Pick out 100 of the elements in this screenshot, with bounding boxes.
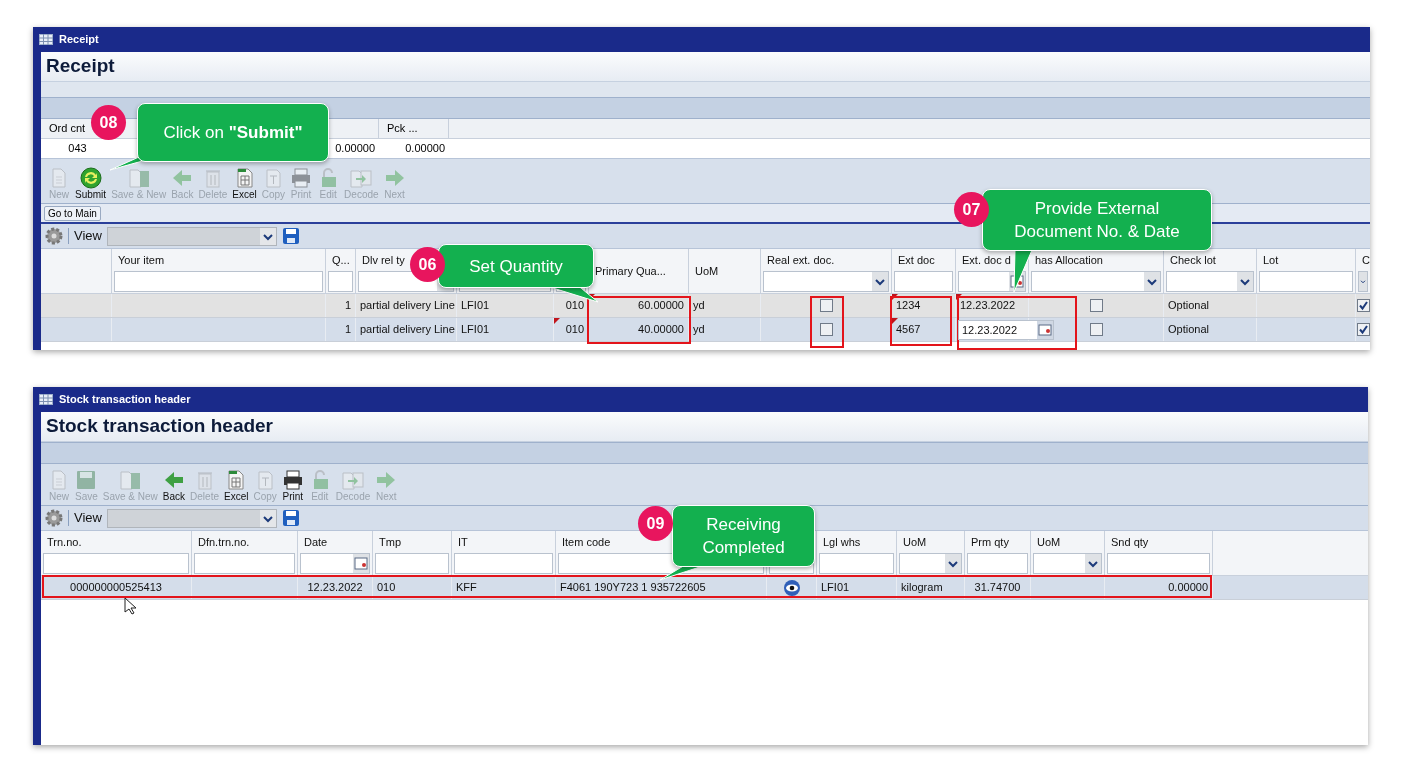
- column-header[interactable]: IT: [458, 534, 468, 551]
- table-cell-text: 0.00000: [335, 141, 375, 157]
- go-to-main-button[interactable]: Go to Main: [44, 205, 101, 221]
- filter-field[interactable]: [114, 271, 323, 292]
- filter-field[interactable]: [43, 553, 189, 574]
- date-filter-field[interactable]: [300, 553, 370, 574]
- checkbox[interactable]: [819, 299, 833, 312]
- column-header: Ord cnt: [49, 121, 86, 137]
- toolbar-button[interactable]: Excel: [231, 167, 258, 201]
- column-header[interactable]: Ext doc: [898, 252, 935, 269]
- column-header[interactable]: UoM: [695, 262, 719, 280]
- filter-field[interactable]: [967, 553, 1028, 574]
- table-cell-text: 4567: [896, 322, 921, 338]
- floppy-icon: [75, 469, 98, 491]
- toolbar-button[interactable]: Back: [161, 469, 187, 503]
- table-cell-text: LFI01: [821, 580, 850, 596]
- filter-field[interactable]: [819, 553, 894, 574]
- save-icon[interactable]: [281, 227, 300, 245]
- column-header[interactable]: Your item: [118, 252, 165, 269]
- filter-field[interactable]: [454, 553, 553, 574]
- page-heading: Receipt: [46, 54, 115, 79]
- table-cell-text: 12.23.2022: [307, 580, 363, 596]
- table-cell-text: 60.00000: [638, 298, 684, 314]
- table-cell-text: 010: [377, 580, 396, 596]
- table-cell-text: yd: [693, 298, 705, 314]
- toolbar-button[interactable]: Submit: [74, 167, 108, 201]
- checkbox[interactable]: [1089, 299, 1103, 312]
- column-header[interactable]: Trn.no.: [47, 534, 82, 551]
- checkbox[interactable]: [1089, 323, 1103, 336]
- table-cell-text: F4061 190Y723 1 935722605: [560, 580, 706, 596]
- column-header[interactable]: Dlv rel ty: [362, 252, 405, 269]
- table-cell-text: yd: [693, 322, 705, 338]
- chevron-down-icon: [259, 509, 276, 527]
- check-icon: [1357, 324, 1369, 335]
- page-heading: Stock transaction header: [46, 414, 274, 439]
- table-cell-text: 043: [68, 141, 87, 157]
- calendar-icon: [353, 554, 369, 573]
- column-header[interactable]: Ext. doc d: [962, 252, 1011, 269]
- table-icon: [39, 34, 53, 45]
- column-header[interactable]: Lgl whs: [823, 534, 861, 551]
- callout-text: Set Quantity: [469, 255, 563, 278]
- chevron-down-icon: [1359, 272, 1367, 291]
- right-arrow-icon: [383, 167, 406, 189]
- table-cell-text: LFI01: [461, 298, 490, 314]
- gear-icon[interactable]: [45, 509, 63, 527]
- checkbox[interactable]: [819, 323, 833, 336]
- column-header[interactable]: UoM: [1037, 534, 1061, 551]
- gear-icon[interactable]: [45, 227, 63, 245]
- table-row[interactable]: 1 partial delivery Line LFI01 010 60.00000 yd 1234 12.23.2022 Optional: [41, 294, 1370, 318]
- column-header[interactable]: Primary Qua...: [595, 262, 666, 280]
- checkbox[interactable]: [1356, 299, 1370, 312]
- eye-icon[interactable]: [782, 578, 801, 597]
- column-header[interactable]: UoM: [903, 534, 927, 551]
- printer-icon: [281, 469, 304, 491]
- column-header[interactable]: Lot: [1263, 252, 1279, 269]
- callout-text: Provide External Document No. & Date: [1013, 198, 1181, 243]
- date-input-field[interactable]: 12.23.2022: [958, 320, 1054, 340]
- chevron-down-icon: [1085, 554, 1101, 573]
- chevron-down-icon: [945, 554, 961, 573]
- column-header[interactable]: C: [1362, 252, 1370, 269]
- filter-field[interactable]: [1107, 553, 1210, 574]
- document-save-icon: [127, 167, 150, 189]
- table-cell-text: partial delivery Line: [360, 322, 455, 338]
- table-row[interactable]: 1 partial delivery Line LFI01 010 40.00000 yd 4567 12.23.2022 Optional: [41, 318, 1370, 342]
- decode-icon: [342, 469, 364, 491]
- toolbar-button[interactable]: Excel: [222, 469, 250, 503]
- table-cell-text: 010: [565, 322, 584, 338]
- highlight-frame: [890, 296, 952, 346]
- column-header[interactable]: Real ext. doc.: [767, 252, 835, 269]
- filter-field[interactable]: [194, 553, 295, 574]
- refresh-icon: [79, 167, 102, 189]
- column-header[interactable]: Dfn.trn.no.: [198, 534, 250, 551]
- column-header[interactable]: Tmp: [379, 534, 401, 551]
- date-filter-field[interactable]: [958, 271, 1026, 292]
- calendar-icon: [1037, 321, 1053, 339]
- filter-field[interactable]: [894, 271, 953, 292]
- column-header[interactable]: Date: [304, 534, 328, 551]
- column-header[interactable]: Prm qty: [971, 534, 1009, 551]
- table-cell-text: Optional: [1168, 298, 1209, 314]
- column-header[interactable]: Snd qty: [1111, 534, 1149, 551]
- column-header: Pck ...: [387, 121, 418, 137]
- column-header[interactable]: Q...: [332, 252, 350, 269]
- table-icon: [39, 394, 53, 405]
- filter-field[interactable]: [328, 271, 353, 292]
- filter-field[interactable]: [1259, 271, 1353, 292]
- toolbar-button[interactable]: Print: [280, 469, 305, 503]
- save-icon[interactable]: [281, 509, 300, 527]
- table-cell-text: LFI01: [461, 322, 490, 338]
- callout-text: Receiving Completed: [701, 514, 786, 559]
- column-header[interactable]: has Allocation: [1035, 252, 1103, 269]
- chevron-down-icon: [259, 227, 276, 245]
- checkbox[interactable]: [1356, 323, 1370, 336]
- view-label: View: [74, 509, 102, 528]
- table-cell-text: 000000000525413: [70, 580, 162, 596]
- filter-field[interactable]: [375, 553, 449, 574]
- table-cell-text: 0.00000: [1168, 580, 1208, 596]
- window-title: Stock transaction header: [59, 392, 191, 408]
- column-header[interactable]: Item code: [562, 534, 611, 551]
- decode-icon: [350, 167, 373, 189]
- column-header[interactable]: Check lot: [1170, 252, 1216, 269]
